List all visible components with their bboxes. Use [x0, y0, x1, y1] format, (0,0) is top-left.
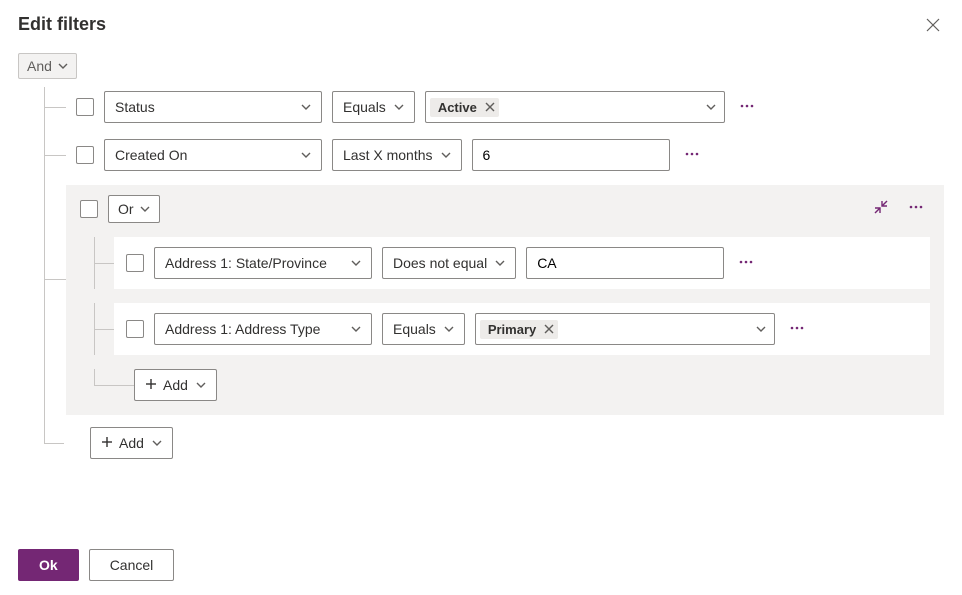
page-title: Edit filters [18, 14, 944, 35]
field-label: Status [115, 99, 155, 115]
chevron-down-icon [441, 147, 451, 163]
value-dropdown[interactable]: Primary [475, 313, 775, 345]
filter-row: Address 1: State/Province Does not equal [114, 237, 930, 289]
row-more-icon[interactable] [785, 316, 809, 343]
add-label: Add [163, 377, 188, 393]
operator-label: Equals [343, 99, 386, 115]
operator-label: Does not equal [393, 255, 487, 271]
row-more-icon[interactable] [734, 250, 758, 277]
value-input[interactable] [472, 139, 670, 171]
filter-row: Created On Last X months [30, 131, 944, 179]
field-label: Address 1: State/Province [165, 255, 327, 271]
close-icon[interactable] [926, 18, 940, 35]
operator-dropdown[interactable]: Equals [382, 313, 465, 345]
add-condition-button[interactable]: Add [90, 427, 173, 459]
field-dropdown[interactable]: Address 1: State/Province [154, 247, 372, 279]
chevron-down-icon [706, 99, 716, 115]
row-checkbox[interactable] [76, 98, 94, 116]
collapse-icon[interactable] [874, 200, 888, 217]
value-tag-label: Active [438, 100, 477, 115]
value-tag-label: Primary [488, 322, 536, 337]
add-condition-button[interactable]: Add [134, 369, 217, 401]
value-tag: Primary [480, 320, 558, 339]
value-dropdown[interactable]: Active [425, 91, 725, 123]
chevron-down-icon [394, 99, 404, 115]
chevron-down-icon [495, 255, 505, 271]
filter-row: Address 1: Address Type Equals Primary [114, 303, 930, 355]
row-more-icon[interactable] [680, 142, 704, 169]
chevron-down-icon [301, 147, 311, 163]
operator-label: Last X months [343, 147, 433, 163]
field-label: Address 1: Address Type [165, 321, 320, 337]
chevron-down-icon [196, 377, 206, 393]
group-more-icon[interactable] [904, 195, 928, 222]
filter-group: Or [66, 185, 944, 415]
operator-dropdown[interactable]: Equals [332, 91, 415, 123]
chevron-down-icon [52, 58, 68, 74]
field-dropdown[interactable]: Address 1: Address Type [154, 313, 372, 345]
filter-row: Status Equals Active [30, 83, 944, 131]
plus-icon [145, 377, 157, 393]
value-tag: Active [430, 98, 499, 117]
add-label: Add [119, 435, 144, 451]
group-operator-label: Or [118, 201, 134, 217]
cancel-button[interactable]: Cancel [89, 549, 175, 581]
chevron-down-icon [444, 321, 454, 337]
field-dropdown[interactable]: Created On [104, 139, 322, 171]
operator-dropdown[interactable]: Last X months [332, 139, 462, 171]
row-more-icon[interactable] [735, 94, 759, 121]
row-checkbox[interactable] [126, 254, 144, 272]
field-dropdown[interactable]: Status [104, 91, 322, 123]
operator-label: Equals [393, 321, 436, 337]
row-checkbox[interactable] [126, 320, 144, 338]
chevron-down-icon [351, 255, 361, 271]
root-operator-dropdown[interactable]: And [18, 53, 77, 79]
chevron-down-icon [756, 321, 766, 337]
ok-button[interactable]: Ok [18, 549, 79, 581]
chevron-down-icon [301, 99, 311, 115]
chevron-down-icon [152, 435, 162, 451]
plus-icon [101, 435, 113, 451]
remove-tag-icon[interactable] [485, 100, 495, 115]
chevron-down-icon [351, 321, 361, 337]
group-operator-dropdown[interactable]: Or [108, 195, 160, 223]
remove-tag-icon[interactable] [544, 322, 554, 337]
row-checkbox[interactable] [76, 146, 94, 164]
chevron-down-icon [134, 201, 150, 217]
operator-dropdown[interactable]: Does not equal [382, 247, 516, 279]
field-label: Created On [115, 147, 187, 163]
root-operator-label: And [27, 58, 52, 74]
value-input[interactable] [526, 247, 724, 279]
group-checkbox[interactable] [80, 200, 98, 218]
